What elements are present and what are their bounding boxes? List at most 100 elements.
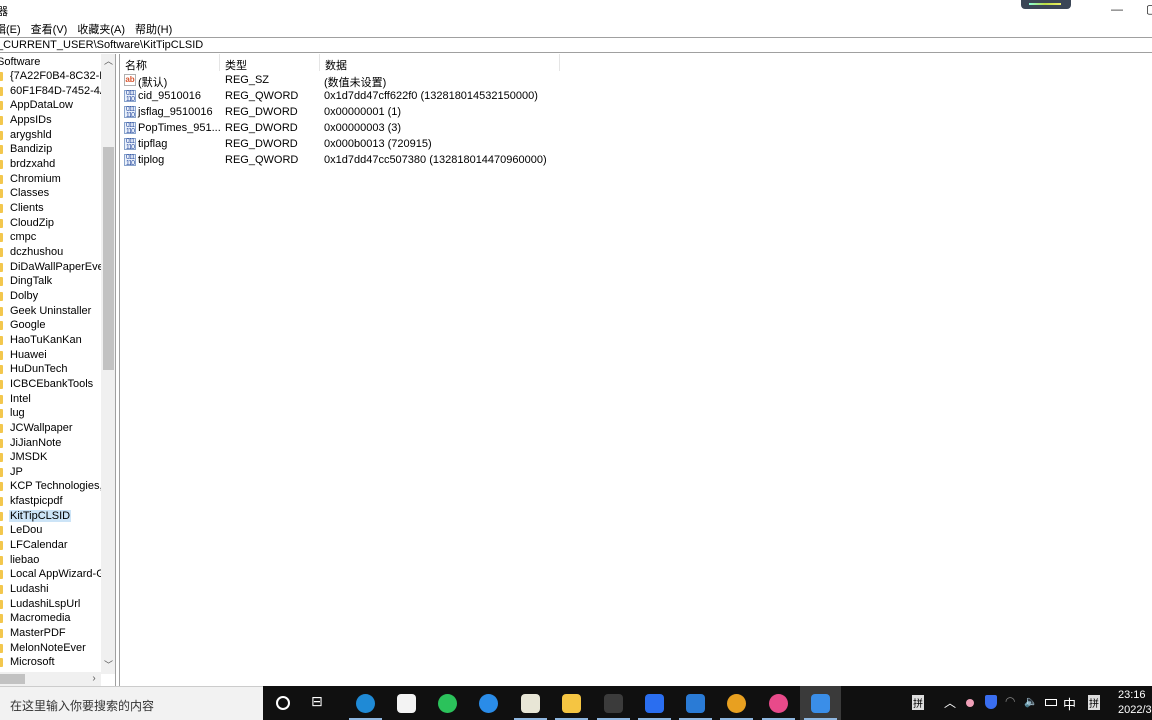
ime-mode-icon[interactable]: 拼 <box>1088 686 1102 720</box>
tree-item[interactable]: DiDaWallPaperEver <box>0 260 101 275</box>
task-view-icon[interactable]: ⊟ <box>302 686 343 720</box>
tree-item[interactable]: Local AppWizard-G <box>0 567 101 582</box>
menu-edit[interactable]: 辑(E) <box>0 19 21 37</box>
tree-item[interactable]: Clients <box>0 201 101 216</box>
tree-item[interactable]: HuDunTech <box>0 362 101 377</box>
tree-item[interactable]: JMSDK <box>0 450 101 465</box>
tree-item[interactable]: AppsIDs <box>0 113 101 128</box>
folder-icon <box>0 555 3 565</box>
security-shield-icon[interactable] <box>634 686 675 720</box>
hscroll-thumb[interactable] <box>0 674 25 684</box>
tree-item[interactable]: lug <box>0 406 101 421</box>
tree-item-label: DingTalk <box>10 275 53 288</box>
store-icon[interactable] <box>386 686 427 720</box>
tree-item[interactable]: Classes <box>0 186 101 201</box>
language-indicator[interactable]: 中 <box>1063 694 1076 720</box>
photos-icon[interactable] <box>675 686 716 720</box>
tree-item[interactable]: LudashiLspUrl <box>0 597 101 612</box>
tree-item[interactable]: LFCalendar <box>0 538 101 553</box>
tree-item[interactable]: JP <box>0 465 101 480</box>
scroll-right-icon[interactable]: › <box>87 672 101 686</box>
volume-icon[interactable]: 🔈 <box>1024 695 1038 720</box>
tray-security-icon[interactable] <box>985 695 997 709</box>
show-hidden-icons-icon[interactable]: ︿ <box>944 694 956 720</box>
value-row[interactable]: 011 110 PopTimes_951... REG_DWORD 0x0000000… <box>120 120 680 136</box>
value-row[interactable]: 011 110 jsflag_9510016 REG_DWORD 0x00000001… <box>120 104 680 120</box>
maximize-icon[interactable]: ▢ <box>1146 2 1152 16</box>
folder-icon <box>0 482 3 492</box>
tree-item[interactable]: ICBCEbankTools <box>0 377 101 392</box>
tree-item[interactable]: arygshld <box>0 128 101 143</box>
clock[interactable]: 23:16 2022/3 <box>1118 688 1152 718</box>
tree-item[interactable]: {7A22F0B4-8C32-E <box>0 69 101 84</box>
dingtalk-icon[interactable] <box>468 686 509 720</box>
folder-icon <box>0 467 3 477</box>
value-row[interactable]: 011 110 cid_9510016 REG_QWORD 0x1d7dd47cff6… <box>120 88 680 104</box>
tree-item[interactable]: DingTalk <box>0 274 101 289</box>
tray-app-dot-icon[interactable] <box>966 699 974 707</box>
tree-item[interactable]: cmpc <box>0 230 101 245</box>
tree-item[interactable]: brdzxahd <box>0 157 101 172</box>
network-icon[interactable]: ◠ <box>1005 694 1015 720</box>
game-app-glyph <box>604 694 623 713</box>
tree-item[interactable]: JiJianNote <box>0 436 101 451</box>
scroll-thumb[interactable] <box>103 147 114 370</box>
taskbar-search[interactable]: 在这里输入你要搜索的内容 <box>0 686 263 720</box>
value-row[interactable]: ab (默认) REG_SZ (数值未设置) <box>120 72 680 89</box>
tree-item[interactable]: MelonNoteEver <box>0 641 101 656</box>
folder-icon <box>0 203 3 213</box>
tree-item[interactable]: liebao <box>0 553 101 568</box>
menu-view[interactable]: 查看(V) <box>31 19 68 37</box>
tree-root-software[interactable]: Software <box>0 56 40 68</box>
tree-item[interactable]: Macromedia <box>0 611 101 626</box>
menu-favorites[interactable]: 收藏夹(A) <box>77 19 125 37</box>
tree-item[interactable]: Microsoft <box>0 655 101 670</box>
tree-item-label: kfastpicpdf <box>10 495 63 508</box>
menu-help[interactable]: 帮助(H) <box>135 19 172 37</box>
tree-item[interactable]: Geek Uninstaller <box>0 304 101 319</box>
tree-item[interactable]: HaoTuKanKan <box>0 333 101 348</box>
tree-item[interactable]: JCWallpaper <box>0 421 101 436</box>
floating-overlay-widget[interactable] <box>1021 0 1071 9</box>
column-data[interactable]: 数据 <box>320 54 560 72</box>
regedit-icon[interactable] <box>800 686 841 720</box>
folder-icon <box>0 72 3 81</box>
tree-item[interactable]: Bandizip <box>0 142 101 157</box>
flower-app-icon[interactable] <box>758 686 799 720</box>
game-app-icon[interactable] <box>593 686 634 720</box>
column-type[interactable]: 类型 <box>220 54 320 72</box>
value-row[interactable]: 011 110 tiplog REG_QWORD 0x1d7dd47cc507380 … <box>120 152 680 168</box>
tree-item[interactable]: CloudZip <box>0 216 101 231</box>
tree-item[interactable]: Chromium <box>0 172 101 187</box>
browser-360-icon[interactable] <box>716 686 757 720</box>
ime-icon[interactable]: 拼 <box>912 686 928 720</box>
file-explorer-icon[interactable] <box>551 686 592 720</box>
tree-item[interactable]: KitTipCLSID <box>0 509 101 524</box>
tree-item-label: ICBCEbankTools <box>10 377 94 390</box>
tree-vertical-scrollbar[interactable]: ︿ ﹀ <box>101 54 115 674</box>
tree-item[interactable]: Intel <box>0 392 101 407</box>
battery-icon[interactable] <box>1045 699 1057 706</box>
tree-item[interactable]: MasterPDF <box>0 626 101 641</box>
tree-item[interactable]: KCP Technologies, <box>0 479 101 494</box>
tree-item[interactable]: dczhushou <box>0 245 101 260</box>
minimize-icon[interactable]: — <box>1108 2 1126 16</box>
address-path[interactable]: _CURRENT_USER\Software\KitTipCLSID <box>0 39 203 51</box>
scroll-down-icon[interactable]: ﹀ <box>101 658 115 672</box>
tree-item[interactable]: Huawei <box>0 348 101 363</box>
tree-item[interactable]: kfastpicpdf <box>0 494 101 509</box>
tree-item[interactable]: LeDou <box>0 523 101 538</box>
edge-icon[interactable] <box>345 686 386 720</box>
wechat-icon[interactable] <box>427 686 468 720</box>
scroll-up-icon[interactable]: ︿ <box>101 54 115 68</box>
tree-horizontal-scrollbar[interactable]: › <box>0 672 101 686</box>
tree-item[interactable]: Dolby <box>0 289 101 304</box>
tree-item[interactable]: AppDataLow <box>0 98 101 113</box>
tree-item[interactable]: Ludashi <box>0 582 101 597</box>
app-colorful-icon[interactable] <box>510 686 551 720</box>
column-name[interactable]: 名称 <box>120 54 220 72</box>
value-row[interactable]: 011 110 tipflag REG_DWORD 0x000b0013 (72091… <box>120 136 680 152</box>
tree-item[interactable]: 60F1F84D-7452-4A <box>0 84 101 99</box>
tree-item[interactable]: Google <box>0 318 101 333</box>
address-bar[interactable]: _CURRENT_USER\Software\KitTipCLSID <box>0 37 1152 53</box>
